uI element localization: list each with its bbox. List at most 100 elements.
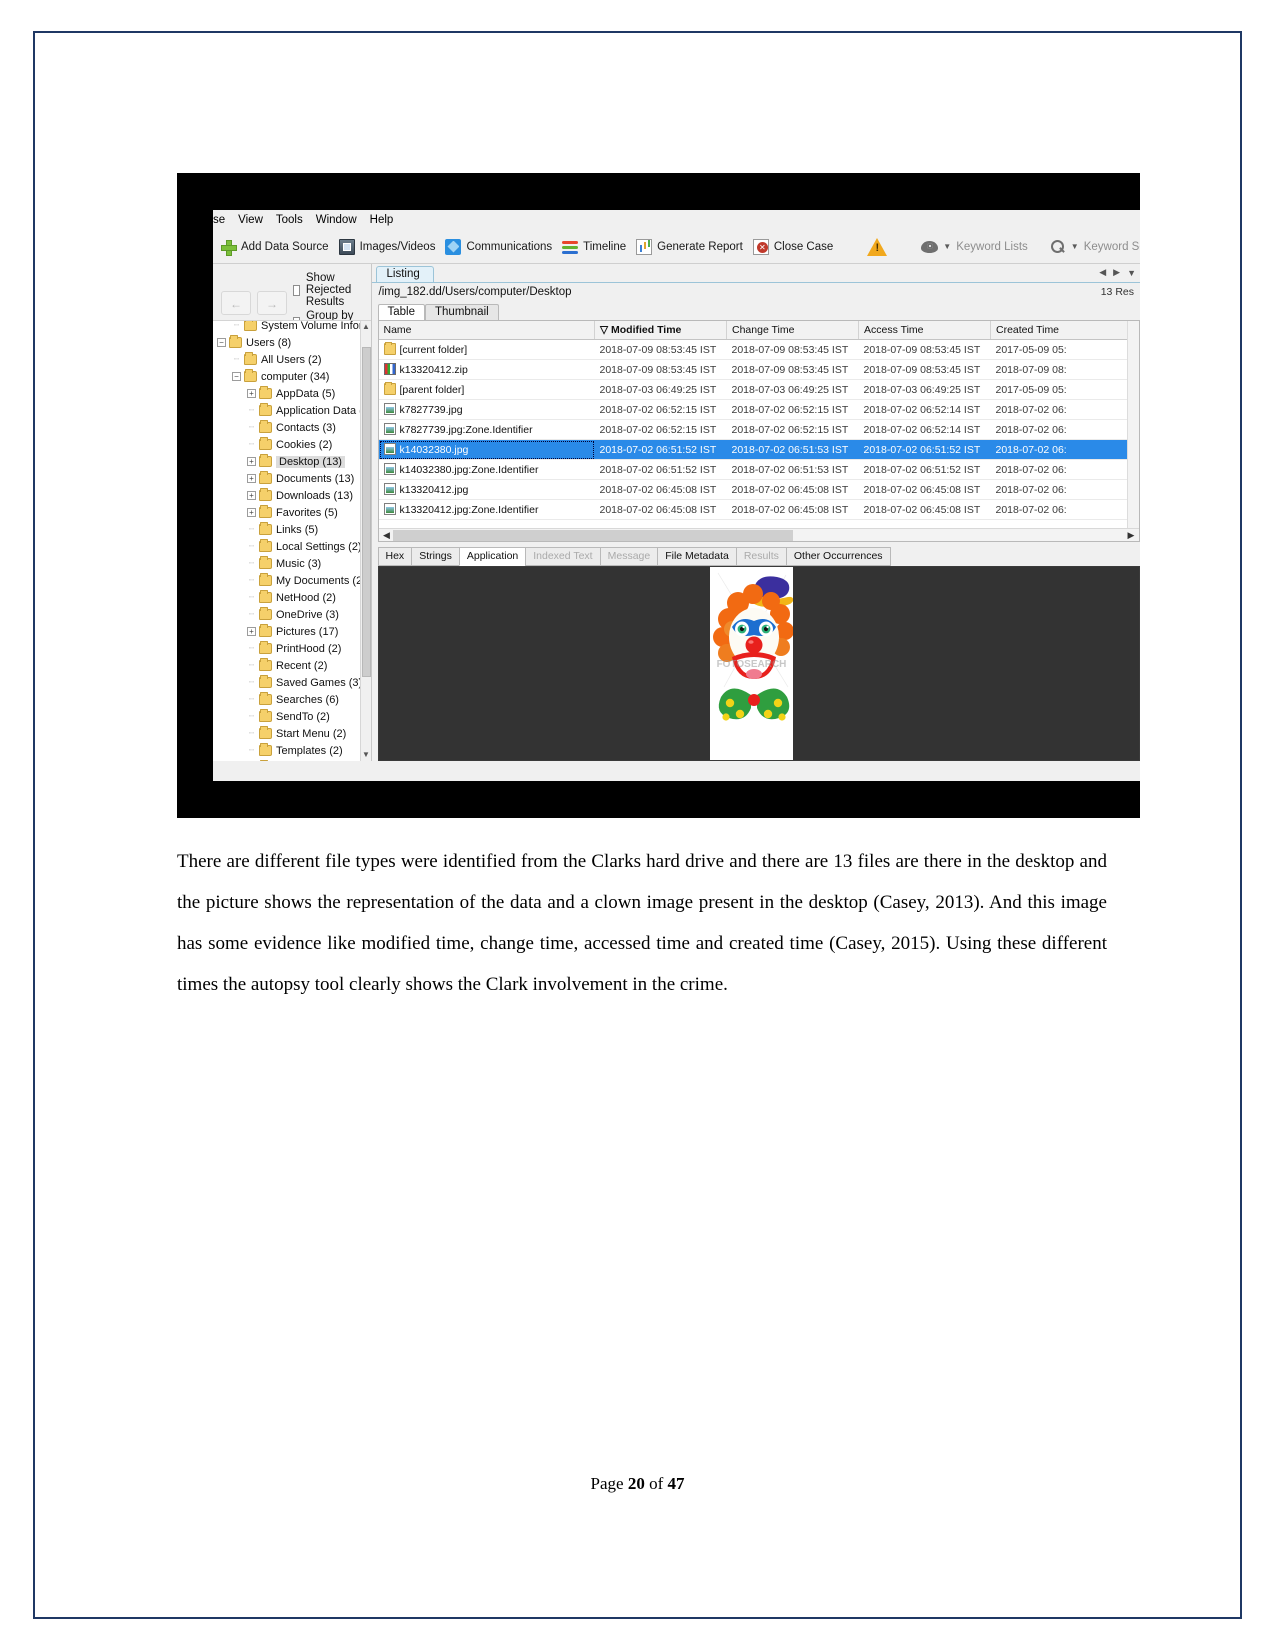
table-row[interactable]: k13320412.jpg 2018-07-02 06:45:08 IST 2018… [378, 479, 1139, 500]
file-table-horizontal-scrollbar[interactable]: ◀ ▶ [378, 528, 1139, 541]
tree-item[interactable]: ┈ OneDrive (3) [213, 606, 360, 623]
tree-item[interactable]: − Users (8) [213, 334, 360, 351]
expand-icon[interactable]: + [247, 508, 256, 517]
tab-table[interactable]: Table [377, 304, 425, 320]
table-row[interactable]: [parent folder] 2018-07-03 06:49:25 IST 20… [378, 379, 1139, 400]
tree-item[interactable]: ┈Videos (3) [213, 759, 360, 761]
generate-report-button[interactable]: Generate Report [633, 237, 750, 257]
image-preview-card: FOTOSEARCH k14032380 www.fotosearch.com [709, 567, 793, 760]
table-row[interactable]: [current folder] 2018-07-09 08:53:45 IST 2… [378, 339, 1139, 360]
tree-vertical-scrollbar[interactable]: ▲ ▼ [359, 321, 371, 761]
expand-icon[interactable]: + [247, 389, 256, 398]
close-case-button[interactable]: Close Case [750, 237, 840, 257]
listing-next-icon[interactable]: ▶ [1113, 267, 1120, 278]
menu-item-window[interactable]: Window [316, 214, 357, 226]
viewer-tab[interactable]: File Metadata [657, 547, 737, 566]
hscroll-thumb[interactable] [392, 530, 793, 541]
tree-item[interactable]: ┈ Saved Games (3) [213, 674, 362, 691]
keyword-lists-button[interactable]: ▼ Keyword Lists [918, 239, 1035, 255]
tree-item[interactable]: ┈ Local Settings (2) [213, 538, 362, 555]
expand-icon[interactable]: + [247, 474, 256, 483]
cell-change-time: 2018-07-02 06:52:15 IST [726, 419, 859, 440]
file-table-vertical-scrollbar[interactable] [1127, 321, 1139, 528]
tree-item[interactable]: ┈ My Documents (2) [213, 572, 366, 589]
tree-item[interactable]: ┈ Music (3) [213, 555, 360, 572]
cell-name: k7827739.jpg [378, 399, 595, 420]
tree-item[interactable]: ┈ NetHood (2) [213, 589, 360, 606]
expand-icon[interactable]: + [247, 457, 256, 466]
tree-item[interactable]: + AppData (5) [213, 385, 360, 402]
viewer-tab[interactable]: Strings [411, 547, 460, 566]
table-row[interactable]: k13320412.jpg:Zone.Identifier 2018-07-02 … [378, 499, 1139, 520]
table-row[interactable]: k14032380.jpg 2018-07-02 06:51:52 IST 2018… [378, 439, 1139, 460]
menu-item-tools[interactable]: Tools [276, 214, 303, 226]
tree-item-label: Local Settings (2) [276, 540, 362, 553]
table-row[interactable]: k14032380.jpg:Zone.Identifier 2018-07-02 … [378, 459, 1139, 480]
column-header-name[interactable]: Name [378, 321, 595, 340]
menu-item-help[interactable]: Help [370, 214, 394, 226]
communications-button[interactable]: Communications [442, 237, 559, 257]
tree-scroll-thumb[interactable] [361, 347, 371, 677]
tree-item[interactable]: ┈ Templates (2) [213, 742, 360, 759]
tree-scroll-down-arrow[interactable]: ▼ [361, 749, 371, 761]
listing-prev-icon[interactable]: ◀ [1099, 267, 1106, 278]
column-header-change-time[interactable]: Change Time [726, 321, 859, 340]
cell-modified-time: 2018-07-02 06:45:08 IST [594, 499, 727, 520]
listing-menu-icon[interactable]: ▼ [1127, 268, 1136, 278]
column-header-access-time[interactable]: Access Time [858, 321, 991, 340]
column-header-created-time[interactable]: Created Time [990, 321, 1139, 340]
tree-item[interactable]: ┈ PrintHood (2) [213, 640, 360, 657]
tree-item[interactable]: + Pictures (17) [213, 623, 360, 640]
tree-item[interactable]: ┈ Contacts (3) [213, 419, 360, 436]
column-header-modified-time[interactable]: ▽ Modified Time [594, 321, 727, 340]
tree-item[interactable]: + Documents (13) [213, 470, 360, 487]
tree-item[interactable]: ┈ System Volume Information (7) [213, 321, 371, 334]
tree-item[interactable]: + Desktop (13) [213, 453, 360, 470]
tree-item[interactable]: ┈ Recent (2) [213, 657, 360, 674]
tree-item[interactable]: ┈ All Users (2) [213, 351, 360, 368]
tab-listing[interactable]: Listing [375, 266, 434, 282]
images-videos-button[interactable]: Images/Videos [336, 237, 443, 257]
tree-item[interactable]: − computer (34) [213, 368, 360, 385]
tree-scroll-up-arrow[interactable]: ▲ [361, 321, 371, 333]
folder-icon [259, 471, 272, 484]
collapse-icon[interactable]: − [217, 338, 226, 347]
forward-button[interactable]: → [257, 291, 287, 315]
collapse-icon[interactable]: − [232, 372, 241, 381]
tree-item[interactable]: + Favorites (5) [213, 504, 360, 521]
folder-icon [383, 382, 396, 395]
keyword-search-button[interactable]: ▼ Keyword Search [1047, 237, 1140, 257]
table-row[interactable]: k7827739.jpg:Zone.Identifier 2018-07-02 0… [378, 419, 1139, 440]
menu-item-view[interactable]: View [238, 214, 263, 226]
tree-item[interactable]: ┈ Cookies (2) [213, 436, 360, 453]
viewer-tab[interactable]: Other Occurrences [785, 547, 891, 566]
tree-item[interactable]: ┈ Links (5) [213, 521, 360, 538]
tree-item[interactable]: + Downloads (13) [213, 487, 360, 504]
timeline-label: Timeline [583, 240, 627, 253]
generate-report-label: Generate Report [657, 240, 743, 253]
expand-icon[interactable]: + [247, 627, 256, 636]
viewer-tab[interactable]: Application [458, 547, 527, 566]
menu-item-case[interactable]: se [213, 214, 225, 226]
listing-path: /img_182.dd/Users/computer/Desktop [378, 286, 572, 298]
directory-tree[interactable]: ┈ System Volume Information (7) − Users (8)… [213, 320, 371, 761]
tab-thumbnail[interactable]: Thumbnail [425, 304, 499, 320]
timeline-button[interactable]: Timeline [559, 237, 633, 257]
show-rejected-results-checkbox[interactable] [293, 284, 300, 296]
show-rejected-results-row[interactable]: Show Rejected Results [293, 272, 371, 308]
warning-button[interactable] [864, 236, 894, 258]
hscroll-right-arrow[interactable]: ▶ [1125, 529, 1137, 541]
tree-item[interactable]: ┈ SendTo (2) [213, 708, 360, 725]
hscroll-left-arrow[interactable]: ◀ [381, 529, 393, 541]
back-button[interactable]: ← [221, 291, 251, 315]
tree-item[interactable]: ┈ Start Menu (2) [213, 725, 360, 742]
expand-icon[interactable]: + [247, 491, 256, 500]
viewer-tab[interactable]: Hex [377, 547, 413, 566]
cell-name: k13320412.jpg:Zone.Identifier [378, 499, 595, 520]
table-row[interactable]: k7827739.jpg 2018-07-02 06:52:15 IST 2018-… [378, 399, 1139, 420]
file-table-body: [current folder] 2018-07-09 08:53:45 IST 2… [378, 339, 1139, 520]
add-data-source-button[interactable]: Add Data Source [217, 237, 336, 257]
table-row[interactable]: k13320412.zip 2018-07-09 08:53:45 IST 2018… [378, 359, 1139, 380]
tree-item[interactable]: ┈ Application Data (2) [213, 402, 371, 419]
tree-item[interactable]: ┈ Searches (6) [213, 691, 360, 708]
